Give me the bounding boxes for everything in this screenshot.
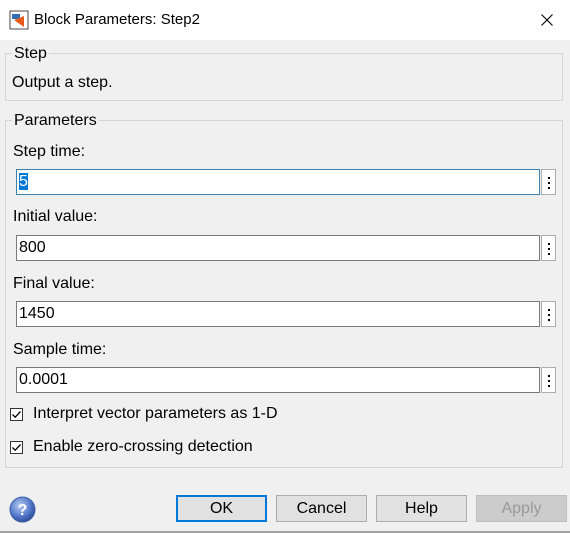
svg-text:?: ? [18,502,28,519]
final-value-more-button[interactable] [541,301,556,327]
checkbox-box[interactable] [10,441,23,454]
block-description: Output a step. [12,74,113,91]
cancel-button[interactable]: Cancel [276,495,367,522]
title-bar: Block Parameters: Step2 [0,0,570,40]
apply-button[interactable]: Apply [476,495,567,522]
initial-value-more-button[interactable] [541,235,556,261]
parameters-group-legend: Parameters [12,112,99,130]
close-icon [541,14,553,26]
ok-button[interactable]: OK [176,495,267,522]
help-icon[interactable]: ? [9,496,36,523]
interpret-vector-label: Interpret vector parameters as 1-D [33,405,278,422]
step-time-label: Step time: [13,143,86,160]
block-group-legend: Step [12,45,49,63]
final-value-input[interactable]: 1450 [16,301,540,327]
checkbox-box[interactable] [10,408,23,421]
initial-value-input[interactable]: 800 [16,235,540,261]
dialog-body: Step Output a step. Parameters Step time… [0,40,570,533]
block-description-group: Step Output a step. [5,45,563,101]
zero-crossing-label: Enable zero-crossing detection [33,438,253,455]
window-title: Block Parameters: Step2 [34,11,200,28]
sample-time-input[interactable]: 0.0001 [16,367,540,393]
initial-value-label: Initial value: [13,208,98,225]
checkmark-icon [12,411,21,419]
close-button[interactable] [524,0,570,40]
help-button[interactable]: Help [376,495,467,522]
sample-time-label: Sample time: [13,341,107,358]
checkmark-icon [12,444,21,452]
step-time-input[interactable]: 5 [16,169,540,195]
step-time-value: 5 [19,173,28,190]
final-value-label: Final value: [13,275,95,292]
simulink-block-icon [9,10,29,30]
sample-time-more-button[interactable] [541,367,556,393]
step-time-more-button[interactable] [541,169,556,195]
